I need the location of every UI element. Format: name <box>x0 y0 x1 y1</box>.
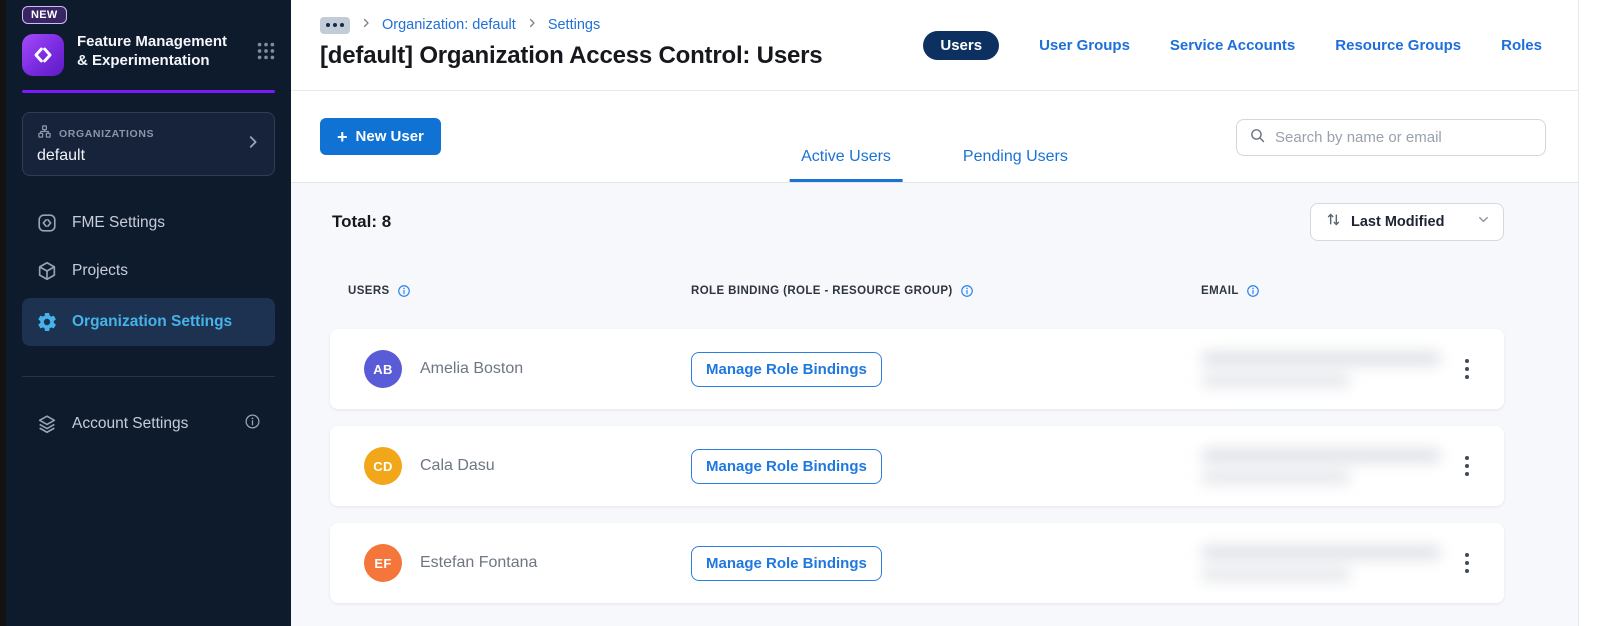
row-menu-kebab-icon[interactable] <box>1451 543 1483 583</box>
organization-selector[interactable]: ORGANIZATIONS default <box>22 112 275 176</box>
org-selector-label: ORGANIZATIONS <box>59 128 155 140</box>
search-box <box>1236 119 1546 156</box>
sidebar-item-organization-settings[interactable]: Organization Settings <box>22 298 275 346</box>
breadcrumb-link-organization[interactable]: Organization: default <box>382 17 516 33</box>
column-header-role-binding: ROLE BINDING (ROLE - RESOURCE GROUP) <box>691 285 953 297</box>
tab-pending-users[interactable]: Pending Users <box>951 148 1080 182</box>
nav-tab-users[interactable]: Users <box>923 30 1000 60</box>
access-control-nav: Users User Groups Service Accounts Resou… <box>923 30 1542 60</box>
table-header-row: USERS ROLE BINDING (ROLE - RESOURCE GROU… <box>330 284 1504 298</box>
sidebar-item-account-settings[interactable]: Account Settings <box>22 403 275 445</box>
redacted-email <box>1201 545 1451 581</box>
plus-icon: + <box>337 126 348 147</box>
chevron-right-icon <box>360 16 372 34</box>
user-name: Estefan Fontana <box>420 554 538 571</box>
gear-icon <box>38 313 56 331</box>
users-list: AB Amelia Boston Manage Role Bindings CD… <box>330 329 1504 603</box>
nav-tab-service-accounts[interactable]: Service Accounts <box>1170 37 1295 54</box>
row-menu-kebab-icon[interactable] <box>1451 349 1483 389</box>
page-title: [default] Organization Access Control: U… <box>320 42 823 69</box>
avatar: CD <box>364 447 402 485</box>
nav-tab-resource-groups[interactable]: Resource Groups <box>1335 37 1461 54</box>
sidebar-item-projects[interactable]: Projects <box>22 250 275 292</box>
nav-tab-user-groups[interactable]: User Groups <box>1039 37 1130 54</box>
sidebar-divider <box>22 376 275 377</box>
sidebar-item-fme-settings[interactable]: FME Settings <box>22 202 275 244</box>
chevron-right-icon <box>244 133 262 156</box>
table-row: CD Cala Dasu Manage Role Bindings <box>330 426 1504 506</box>
new-user-button-label: New User <box>355 128 424 145</box>
total-count: Total: 8 <box>332 212 392 231</box>
org-hierarchy-icon <box>37 124 52 144</box>
table-row: AB Amelia Boston Manage Role Bindings <box>330 329 1504 409</box>
sidebar-item-label: Account Settings <box>72 415 189 432</box>
chevron-down-icon <box>1476 212 1491 232</box>
user-state-tabs: Active Users Pending Users <box>789 148 1080 182</box>
breadcrumb-link-settings[interactable]: Settings <box>548 17 600 33</box>
breadcrumb: Organization: default Settings <box>320 16 923 34</box>
app-window: NEW Feature Management & Experimentation <box>0 0 1600 626</box>
sidebar: NEW Feature Management & Experimentation <box>6 0 291 626</box>
toolbar: + New User Active Users Pending Users <box>291 91 1578 183</box>
brand-accent-rule <box>22 90 275 93</box>
column-header-users: USERS <box>348 285 390 297</box>
chevron-right-icon <box>526 16 538 34</box>
user-name: Cala Dasu <box>420 457 495 474</box>
avatar: EF <box>364 544 402 582</box>
info-icon[interactable] <box>397 284 411 298</box>
fme-settings-icon <box>38 214 56 232</box>
manage-role-bindings-button[interactable]: Manage Role Bindings <box>691 545 882 581</box>
manage-role-bindings-button[interactable]: Manage Role Bindings <box>691 448 882 484</box>
new-user-button[interactable]: + New User <box>320 118 441 155</box>
manage-role-bindings-button[interactable]: Manage Role Bindings <box>691 351 882 387</box>
page-header: Organization: default Settings [default]… <box>291 0 1578 91</box>
redacted-email <box>1201 351 1451 387</box>
sidebar-nav: FME Settings Projects Organization Setti… <box>6 202 291 445</box>
new-badge: NEW <box>22 6 67 24</box>
main-area: Organization: default Settings [default]… <box>291 0 1578 626</box>
sort-dropdown-value: Last Modified <box>1351 214 1445 230</box>
sidebar-item-label: FME Settings <box>72 214 166 231</box>
info-icon[interactable] <box>1246 284 1260 298</box>
projects-cube-icon <box>38 261 56 281</box>
search-icon <box>1249 127 1266 149</box>
info-icon[interactable] <box>244 413 261 435</box>
page-right-gutter <box>1578 0 1600 626</box>
sort-dropdown[interactable]: Last Modified <box>1310 203 1504 241</box>
user-name: Amelia Boston <box>420 360 524 377</box>
sidebar-item-label: Projects <box>72 262 128 279</box>
sort-arrows-icon <box>1325 211 1342 233</box>
row-menu-kebab-icon[interactable] <box>1451 446 1483 486</box>
split-logo-icon <box>22 34 64 76</box>
sidebar-item-label: Organization Settings <box>72 313 233 330</box>
breadcrumb-ellipsis[interactable] <box>320 16 350 34</box>
brand-title: Feature Management & Experimentation <box>77 33 228 70</box>
org-selector-value: default <box>37 147 86 164</box>
brand-header: NEW Feature Management & Experimentation <box>6 0 291 76</box>
tab-active-users[interactable]: Active Users <box>789 148 903 182</box>
table-row: EF Estefan Fontana Manage Role Bindings <box>330 523 1504 603</box>
app-grid-icon[interactable] <box>255 40 277 67</box>
layers-gear-icon <box>38 415 56 434</box>
users-list-section: Total: 8 Last Modified USERS ROLE BINDIN… <box>291 183 1578 626</box>
search-input[interactable] <box>1275 129 1533 146</box>
avatar: AB <box>364 350 402 388</box>
redacted-email <box>1201 448 1451 484</box>
nav-tab-roles[interactable]: Roles <box>1501 37 1542 54</box>
info-icon[interactable] <box>960 284 974 298</box>
column-header-email: EMAIL <box>1201 285 1239 297</box>
